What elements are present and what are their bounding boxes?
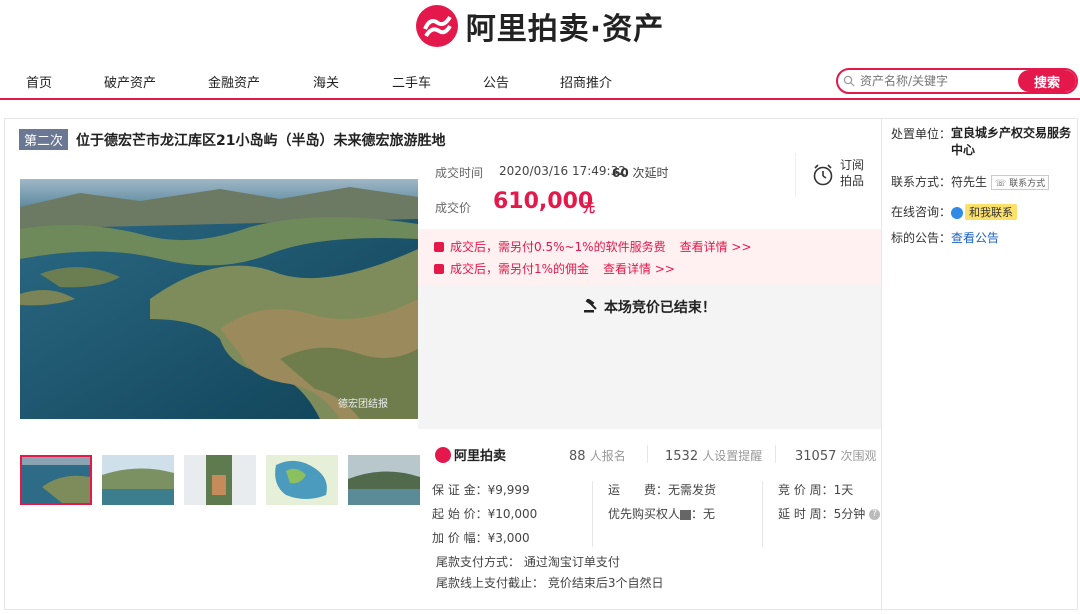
divider bbox=[647, 445, 648, 463]
delay-count: 60 次延时 bbox=[612, 164, 669, 181]
logo-mark-icon bbox=[415, 5, 458, 47]
fee-line-service: 成交后，需另付0.5%~1%的软件服务费 查看详情 >> bbox=[434, 238, 752, 255]
reminders-value: 1532 bbox=[665, 449, 699, 464]
priority-buyer-value: ：无 bbox=[691, 507, 716, 521]
thumbnail[interactable] bbox=[348, 455, 420, 505]
fee-detail-link[interactable]: 查看详情 >> bbox=[680, 238, 752, 255]
watermark: 德宏团结报 bbox=[338, 399, 388, 410]
main-photo[interactable]: 德宏团结报 bbox=[20, 179, 418, 419]
delay-cycle-text: 延 时 周：5分钟 bbox=[778, 507, 866, 521]
fee-text: 成交后，需另付1%的佣金 bbox=[450, 262, 590, 276]
views-value: 31057 bbox=[795, 449, 837, 464]
divider bbox=[775, 445, 776, 463]
divider bbox=[762, 481, 763, 547]
logo-text: 阿里拍卖·资产 bbox=[465, 12, 665, 47]
stats-bar: 阿里拍卖 88 人报名 1532 人设置提醒 31057 次围观 bbox=[435, 445, 881, 465]
signups-label: 人报名 bbox=[589, 449, 626, 463]
thumbnail[interactable] bbox=[266, 455, 338, 505]
nav-item-home[interactable]: 首页 bbox=[26, 72, 52, 91]
thumbnail[interactable] bbox=[102, 455, 174, 505]
views-label: 次围观 bbox=[840, 449, 877, 463]
thumbnail-strip bbox=[20, 455, 420, 505]
nav-item-financial-assets[interactable]: 金融资产 bbox=[208, 72, 260, 91]
reminders-label: 人设置提醒 bbox=[702, 449, 763, 463]
nav-item-customs[interactable]: 海关 bbox=[313, 72, 339, 91]
auction-ended-text: 本场竞价已结束！ bbox=[418, 297, 881, 317]
header: 阿里拍卖·资产 bbox=[0, 0, 1080, 52]
priority-buyer-label: 优先购买权人 bbox=[608, 507, 681, 521]
price-unit: 元 bbox=[583, 201, 596, 215]
divider bbox=[592, 481, 593, 547]
chat-icon bbox=[951, 206, 964, 219]
search-button[interactable]: 搜索 bbox=[1018, 70, 1076, 92]
thumbnail[interactable] bbox=[20, 455, 92, 505]
shipping: 运 费：无需发货 bbox=[608, 483, 717, 497]
final-price: 610,000 bbox=[493, 189, 594, 214]
signups-value: 88 bbox=[569, 449, 586, 464]
brand-logo-icon bbox=[435, 446, 451, 463]
round-badge: 第二次 bbox=[19, 129, 69, 150]
page-title: 位于德宏芒市龙江库区21小岛屿（半岛）未来德宏旅游胜地 bbox=[76, 132, 446, 149]
thumbnail[interactable] bbox=[184, 455, 256, 505]
nav-item-used-cars[interactable]: 二手车 bbox=[392, 72, 431, 91]
disposal-unit: 处置单位： bbox=[891, 125, 951, 142]
contact: 联系方式：符先生 ☏ 联系方式 bbox=[891, 173, 1050, 190]
priority-buyer: 优先购买权人 ：无 bbox=[608, 505, 715, 522]
deposit: 保 证 金：¥9,999 bbox=[432, 483, 530, 497]
deal-time-label: 成交时间 bbox=[435, 166, 484, 180]
views-count: 31057 次围观 bbox=[795, 447, 877, 464]
notice-label: 标的公告： bbox=[891, 231, 952, 245]
nav-item-bankrupt-assets[interactable]: 破产资产 bbox=[104, 72, 156, 91]
help-icon[interactable]: ? bbox=[869, 509, 881, 520]
brand-badge: 阿里拍卖 bbox=[435, 445, 506, 464]
auction-card: 第二次 位于德宏芒市龙江库区21小岛屿（半岛）未来德宏旅游胜地 德宏团结报 成交… bbox=[4, 118, 1078, 610]
online-consult-label: 在线咨询： bbox=[891, 205, 952, 219]
increment: 加 价 幅：¥3,000 bbox=[432, 531, 530, 545]
fee-text: 成交后，需另付0.5%~1%的软件服务费 bbox=[450, 240, 666, 254]
bid-cycle: 竞 价 周：1天 bbox=[778, 483, 854, 497]
notice: 标的公告：查看公告 bbox=[891, 229, 999, 246]
info-icon[interactable] bbox=[680, 509, 692, 520]
delay-count-value: 60 bbox=[612, 166, 629, 180]
site-logo[interactable]: 阿里拍卖·资产 bbox=[415, 4, 665, 48]
auction-ended-label: 本场竞价已结束！ bbox=[603, 300, 716, 316]
subscribe-button[interactable]: 订阅拍品 bbox=[795, 153, 875, 197]
disposal-unit-name: 宜良城乡产权交易服务中心 bbox=[951, 126, 1072, 157]
start-price: 起 始 价：¥10,000 bbox=[432, 507, 538, 521]
subscribe-label: 订阅拍品 bbox=[840, 158, 865, 188]
search-bar: 搜索 bbox=[836, 68, 1078, 94]
bag-icon bbox=[434, 241, 444, 252]
price-label: 成交价 bbox=[435, 201, 472, 215]
delay-cycle: 延 时 周：5分钟 ? bbox=[778, 505, 881, 522]
contact-phone-button[interactable]: ☏ 联系方式 bbox=[991, 175, 1050, 190]
online-consult: 在线咨询： 和我联系 bbox=[891, 203, 1018, 220]
alarm-clock-icon bbox=[812, 163, 834, 190]
fee-notice: 成交后，需另付0.5%~1%的软件服务费 查看详情 >> 成交后，需另付1%的佣… bbox=[418, 229, 881, 285]
fee-detail-link[interactable]: 查看详情 >> bbox=[603, 260, 675, 277]
chat-button[interactable]: 和我联系 bbox=[965, 204, 1018, 220]
contact-name: 符先生 bbox=[951, 175, 988, 189]
signups-count: 88 人报名 bbox=[569, 447, 626, 464]
payment-method: 尾款支付方式： 通过淘宝订单支付 bbox=[436, 555, 620, 569]
title-row: 第二次 位于德宏芒市龙江库区21小岛屿（半岛）未来德宏旅游胜地 bbox=[19, 129, 446, 150]
search-icon bbox=[838, 70, 860, 92]
nav-item-investment[interactable]: 招商推介 bbox=[560, 72, 612, 91]
disposal-unit-label: 处置单位： bbox=[891, 127, 952, 141]
bag-icon bbox=[434, 263, 444, 274]
gavel-icon bbox=[583, 298, 604, 316]
reminders-count: 1532 人设置提醒 bbox=[665, 447, 762, 464]
delay-count-suffix: 次延时 bbox=[632, 166, 669, 180]
auction-params: 保 证 金：¥9,999 起 始 价：¥10,000 加 价 幅：¥3,000 … bbox=[432, 481, 882, 591]
fee-line-commission: 成交后，需另付1%的佣金 查看详情 >> bbox=[434, 260, 675, 277]
brand-name: 阿里拍卖 bbox=[454, 449, 507, 464]
contact-label: 联系方式： bbox=[891, 175, 952, 189]
nav-item-notices[interactable]: 公告 bbox=[483, 72, 509, 91]
auction-status-panel: 本场竞价已结束！ bbox=[418, 285, 881, 429]
deal-time: 2020/03/16 17:49:32 bbox=[499, 164, 626, 178]
notice-link[interactable]: 查看公告 bbox=[951, 231, 999, 245]
payment-deadline: 尾款线上支付截止： 竞价结束后3个自然日 bbox=[436, 576, 664, 590]
search-input[interactable] bbox=[860, 70, 1018, 92]
